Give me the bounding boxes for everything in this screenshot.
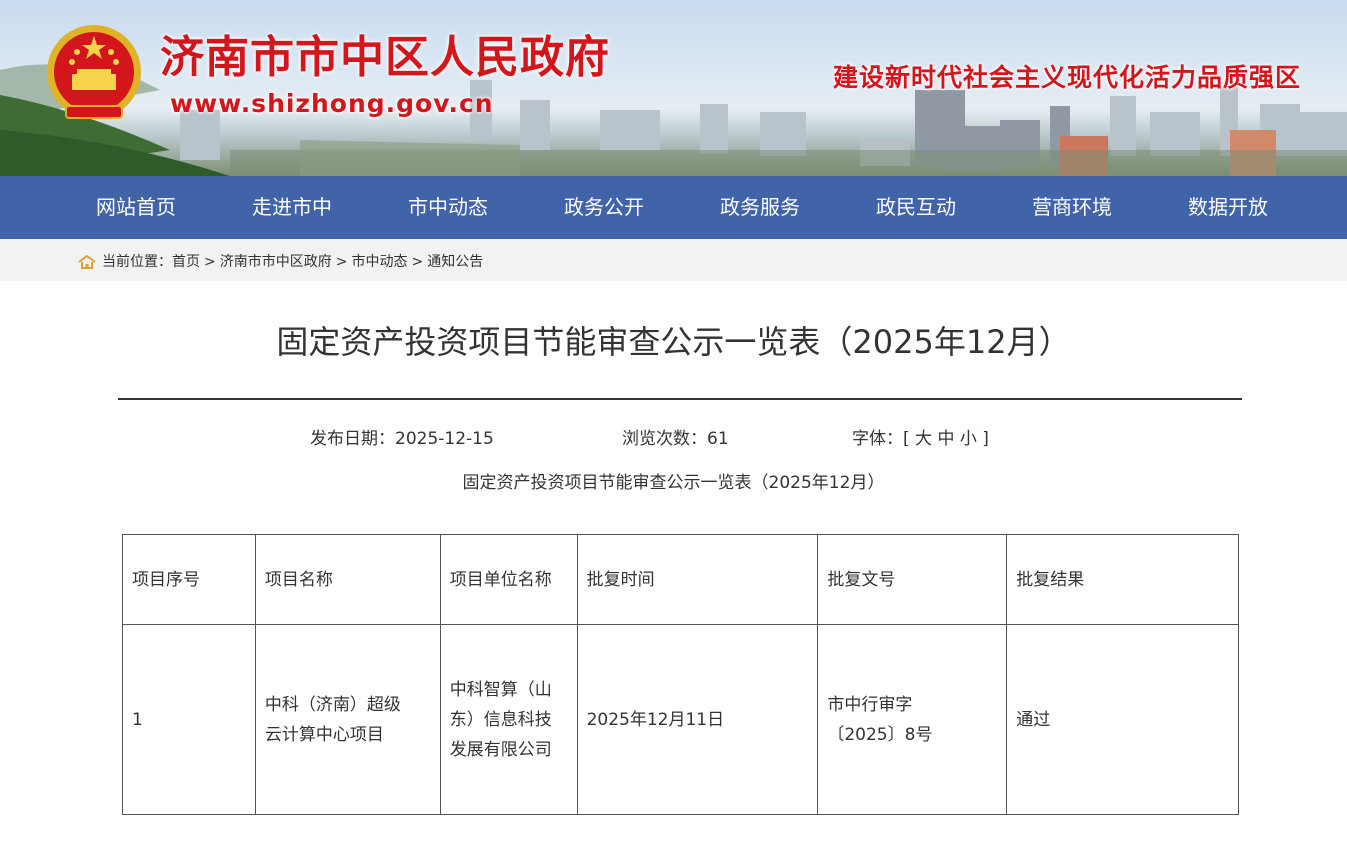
header-doc-number: 批复文号 (817, 534, 1008, 625)
header-project-name: 项目名称 (254, 534, 441, 625)
header-approval-date: 批复时间 (576, 534, 819, 625)
cell-unit-name: 中科智算（山 东）信息科技 发展有限公司 (439, 624, 578, 815)
cell-project-name-line: 云计算中心项目 (264, 724, 384, 745)
cell-unit-name-line: 东）信息科技 (449, 709, 552, 730)
breadcrumb-bar: 当前位置： 首页 > 济南市市中区政府 > 市中动态 > 通知公告 (0, 239, 1347, 281)
article-meta: 发布日期：2025-12-15 浏览次数：61 字体：[ 大 中 小 ] (0, 400, 1347, 450)
breadcrumb-separator: > (411, 254, 424, 270)
cell-project-name: 中科（济南）超级 云计算中心项目 (254, 624, 441, 815)
nav-item-business[interactable]: 营商环境 (994, 176, 1150, 239)
site-name: 济南市市中区人民政府 (160, 32, 610, 83)
cell-unit-name-line: 发展有限公司 (449, 739, 552, 760)
font-large-button[interactable]: 大 (915, 429, 932, 449)
article-title: 固定资产投资项目节能审查公示一览表（2025年12月） (276, 323, 1071, 361)
breadcrumb: 当前位置： 首页 > 济南市市中区政府 > 市中动态 > 通知公告 (0, 239, 1347, 285)
font-medium-button[interactable]: 中 (937, 429, 954, 449)
font-size-switcher: 字体：[ 大 中 小 ] (852, 424, 989, 449)
article-subtitle: 固定资产投资项目节能审查公示一览表（2025年12月） (462, 473, 885, 493)
breadcrumb-home[interactable]: 首页 (172, 239, 200, 285)
font-small-button[interactable]: 小 (960, 429, 977, 449)
approval-table: 项目序号 项目名称 项目单位名称 批复时间 批复文号 批复结果 1 中科（济南）… (122, 534, 1239, 815)
font-size-close: ] (982, 429, 989, 449)
nav-item-home[interactable]: 网站首页 (58, 176, 214, 239)
breadcrumb-separator: > (335, 254, 348, 270)
cell-unit-name-line: 中科智算（山 (449, 679, 552, 700)
cell-doc-number-line: 〔2025〕8号 (827, 724, 933, 745)
cell-result: 通过 (1006, 624, 1239, 815)
breadcrumb-district-gov[interactable]: 济南市市中区政府 (220, 239, 332, 285)
breadcrumb-separator: > (204, 254, 216, 270)
table-row: 1 中科（济南）超级 云计算中心项目 中科智算（山 东）信息科技 发展有限公司 … (122, 624, 1239, 815)
header-unit-name: 项目单位名称 (439, 534, 578, 625)
site-url: www.shizhong.gov.cn (170, 89, 494, 118)
nav-item-interaction[interactable]: 政民互动 (838, 176, 994, 239)
site-slogan: 建设新时代社会主义现代化活力品质强区 (832, 63, 1301, 92)
font-size-label: 字体：[ (852, 429, 910, 449)
home-icon (78, 255, 96, 269)
nav-item-gov-affairs[interactable]: 政务公开 (526, 176, 682, 239)
site-banner: 济南市市中区人民政府 www.shizhong.gov.cn 建设新时代社会主义… (0, 0, 1347, 176)
cell-approval-date: 2025年12月11日 (576, 624, 819, 815)
publish-date: 发布日期：2025-12-15 (310, 429, 494, 449)
cell-seq: 1 (122, 624, 256, 815)
breadcrumb-prefix: 当前位置： (102, 254, 172, 270)
nav-item-about[interactable]: 走进市中 (214, 176, 370, 239)
view-count: 浏览次数：61 (622, 429, 729, 449)
breadcrumb-news[interactable]: 市中动态 (351, 239, 407, 285)
table-header-row: 项目序号 项目名称 项目单位名称 批复时间 批复文号 批复结果 (122, 534, 1239, 625)
cell-doc-number: 市中行审字 〔2025〕8号 (817, 624, 1008, 815)
nav-item-open-data[interactable]: 数据开放 (1150, 176, 1306, 239)
main-nav: 网站首页 走进市中 市中动态 政务公开 政务服务 政民互动 营商环境 数据开放 (0, 176, 1347, 239)
nav-item-services[interactable]: 政务服务 (682, 176, 838, 239)
header-result: 批复结果 (1006, 534, 1239, 625)
breadcrumb-notices[interactable]: 通知公告 (427, 239, 483, 285)
header-seq: 项目序号 (122, 534, 256, 625)
cell-project-name-line: 中科（济南）超级 (264, 694, 401, 715)
cell-doc-number-line: 市中行审字 (827, 694, 913, 715)
nav-item-news[interactable]: 市中动态 (370, 176, 526, 239)
national-emblem-icon (47, 25, 141, 119)
